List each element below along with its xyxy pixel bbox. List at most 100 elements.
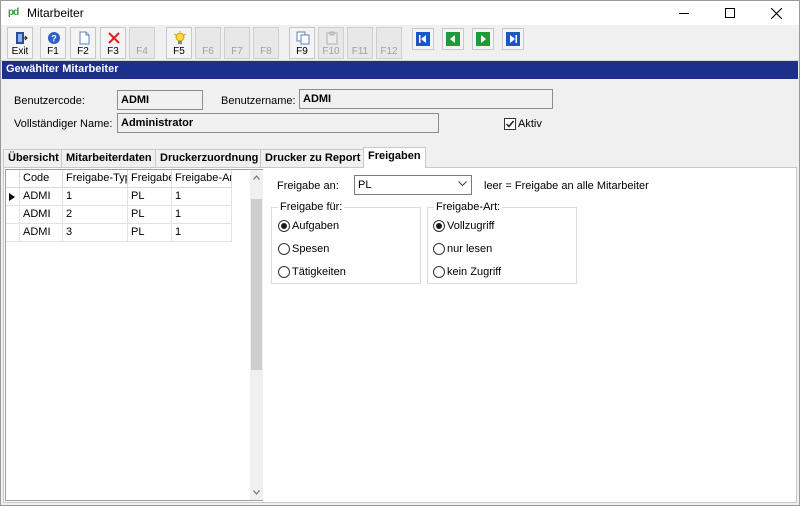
freigaben-grid[interactable]: Code Freigabe-Typ Freigabe Freigabe-Art … [5, 169, 263, 501]
row-selector[interactable] [6, 188, 20, 206]
radio-spesen[interactable] [278, 243, 290, 255]
window-title: Mitarbeiter [27, 6, 84, 20]
checkmark-icon [506, 120, 515, 128]
radio-vollzugriff-label[interactable]: Vollzugriff [447, 220, 495, 232]
table-cell[interactable]: ADMI [20, 188, 63, 206]
maximize-button[interactable] [707, 1, 753, 25]
toolbar: Exit ? F1 F2 F3 F4 F5 F6 F7 F8 F9 F10 F1… [1, 25, 799, 61]
scrollbar-thumb[interactable] [251, 199, 262, 370]
maximize-icon [725, 8, 735, 18]
tab-uebersicht[interactable]: Übersicht [3, 149, 64, 167]
chevron-down-icon [458, 181, 467, 187]
freigabe-an-value: PL [358, 179, 372, 191]
table-cell[interactable]: 1 [172, 206, 232, 224]
username-label: Benutzername: [221, 95, 296, 107]
section-header: Gewählter Mitarbeiter [2, 61, 798, 79]
next-record-button[interactable] [472, 28, 494, 50]
exit-icon [16, 32, 28, 44]
table-cell[interactable]: PL [128, 206, 172, 224]
tab-druckerzuordnung[interactable]: Druckerzuordnung [155, 149, 264, 167]
copy-button[interactable]: F9 [289, 27, 315, 59]
scroll-up-button[interactable] [251, 171, 262, 184]
f7-button[interactable]: F7 [224, 27, 250, 59]
row-selector[interactable] [6, 224, 20, 242]
first-record-button[interactable] [412, 28, 434, 50]
radio-taetigkeiten-label[interactable]: Tätigkeiten [292, 266, 346, 278]
table-cell[interactable]: 1 [172, 224, 232, 242]
active-checkbox[interactable] [504, 118, 516, 130]
new-document-icon [79, 31, 90, 45]
tab-mitarbeiterdaten[interactable]: Mitarbeiterdaten [61, 149, 157, 167]
radio-taetigkeiten[interactable] [278, 266, 290, 278]
paste-button[interactable]: F10 [318, 27, 344, 59]
f5-button[interactable]: F5 [166, 27, 192, 59]
f4-button[interactable]: F4 [129, 27, 155, 59]
next-record-icon [476, 32, 490, 46]
radio-nur-lesen[interactable] [433, 243, 445, 255]
active-label: Aktiv [518, 118, 542, 130]
minimize-icon [679, 12, 689, 14]
svg-text:?: ? [51, 34, 57, 44]
previous-record-button[interactable] [442, 28, 464, 50]
radio-vollzugriff[interactable] [433, 220, 445, 232]
radio-aufgaben-label[interactable]: Aufgaben [292, 220, 339, 232]
scroll-down-button[interactable] [251, 486, 262, 499]
radio-nur-lesen-label[interactable]: nur lesen [447, 243, 492, 255]
radio-kein-zugriff[interactable] [433, 266, 445, 278]
table-cell[interactable]: 3 [63, 224, 128, 242]
table-cell[interactable]: ADMI [20, 224, 63, 242]
new-button[interactable]: F2 [70, 27, 96, 59]
tab-drucker-zu-report[interactable]: Drucker zu Report [260, 149, 366, 167]
code-label: Benutzercode: [14, 95, 85, 107]
table-cell[interactable]: PL [128, 188, 172, 206]
row-header-corner [6, 170, 20, 188]
help-button[interactable]: ? F1 [40, 27, 66, 59]
column-header-freigabe-art[interactable]: Freigabe-Art [172, 170, 232, 188]
lightbulb-icon [173, 31, 187, 44]
fullname-label: Vollständiger Name: [14, 118, 113, 130]
radio-spesen-label[interactable]: Spesen [292, 243, 329, 255]
column-header-freigabe[interactable]: Freigabe [128, 170, 172, 188]
fullname-field[interactable]: Administrator [117, 113, 439, 133]
main-window: pd Mitarbeiter Exit ? F1 F2 F3 F4 F5 F6 … [0, 0, 800, 506]
chevron-up-icon [253, 175, 260, 180]
tab-freigaben[interactable]: Freigaben [363, 147, 426, 168]
exit-button[interactable]: Exit [7, 27, 33, 59]
delete-button[interactable]: F3 [100, 27, 126, 59]
grid-vertical-scrollbar[interactable] [250, 170, 263, 500]
paste-icon [326, 31, 338, 45]
table-cell[interactable]: PL [128, 224, 172, 242]
table-cell[interactable]: 2 [63, 206, 128, 224]
minimize-button[interactable] [661, 1, 707, 25]
column-header-freigabe-typ[interactable]: Freigabe-Typ [63, 170, 128, 188]
copy-icon [296, 31, 310, 45]
radio-kein-zugriff-label[interactable]: kein Zugriff [447, 266, 501, 278]
freigabe-an-label: Freigabe an: [277, 180, 339, 192]
f6-button[interactable]: F6 [195, 27, 221, 59]
last-record-button[interactable] [502, 28, 524, 50]
row-selector[interactable] [6, 206, 20, 224]
radio-aufgaben[interactable] [278, 220, 290, 232]
first-record-icon [416, 32, 430, 46]
table-cell[interactable]: 1 [63, 188, 128, 206]
previous-record-icon [446, 32, 460, 46]
username-field[interactable]: ADMI [299, 89, 553, 109]
table-cell[interactable]: 1 [172, 188, 232, 206]
chevron-down-icon [253, 490, 260, 495]
app-logo-icon: pd [8, 7, 19, 18]
delete-icon [108, 32, 120, 44]
f11-button[interactable]: F11 [347, 27, 373, 59]
code-field[interactable]: ADMI [117, 90, 203, 110]
f12-button[interactable]: F12 [376, 27, 402, 59]
freigabe-art-title: Freigabe-Art: [434, 201, 503, 213]
help-icon: ? [48, 32, 60, 44]
column-header-code[interactable]: Code [20, 170, 63, 188]
f8-button[interactable]: F8 [253, 27, 279, 59]
freigabe-an-select[interactable]: PL [354, 175, 472, 195]
table-cell[interactable]: ADMI [20, 206, 63, 224]
current-row-icon [9, 193, 15, 201]
freigabe-hint: leer = Freigabe an alle Mitarbeiter [484, 180, 649, 192]
freigabe-fuer-title: Freigabe für: [278, 201, 345, 213]
close-window-button[interactable] [753, 1, 799, 25]
last-record-icon [506, 32, 520, 46]
